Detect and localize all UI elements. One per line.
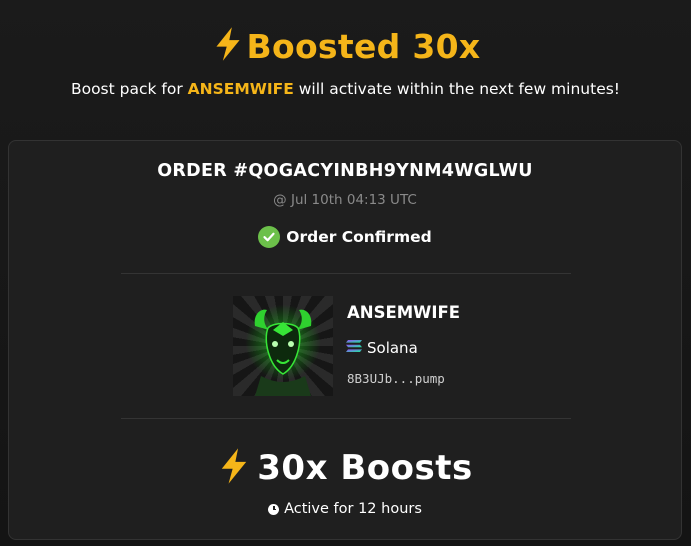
order-status: Order Confirmed	[9, 226, 681, 248]
header: Boosted 30x Boost pack for ANSEMWIFE wil…	[0, 26, 691, 99]
lightning-icon	[211, 26, 245, 66]
order-title: ORDER #QOGACYINBH9YNM4WGLWU	[157, 161, 533, 181]
page-title: Boosted 30x	[0, 26, 691, 66]
order-time: @ Jul 10th 04:13 UTC	[273, 192, 417, 208]
boost-label: 30x Boosts	[257, 448, 473, 488]
token-image	[233, 296, 333, 396]
check-circle-icon	[258, 226, 281, 248]
boost-duration-text: Active for 12 hours	[284, 501, 422, 517]
boost-summary: 30x Boosts	[9, 447, 681, 489]
boost-duration: Active for 12 hours	[9, 501, 681, 517]
order-card: ORDER #QOGACYINBH9YNM4WGLWU @ Jul 10th 0…	[8, 140, 682, 540]
subtitle-token: ANSEMWIFE	[187, 80, 294, 98]
chain-name: Solana	[367, 339, 418, 357]
token-address: 8B3UJb...pump	[347, 371, 445, 386]
divider	[121, 418, 571, 419]
lightning-icon	[217, 447, 251, 489]
subtitle-prefix: Boost pack for	[70, 80, 188, 98]
token-name: ANSEMWIFE	[347, 303, 461, 322]
chain: Solana	[345, 339, 418, 357]
subtitle: Boost pack for ANSEMWIFE will activate w…	[0, 80, 691, 98]
order-status-text: Order Confirmed	[286, 228, 432, 246]
subtitle-suffix: will activate within the next few minute…	[293, 80, 621, 98]
solana-icon	[345, 339, 363, 357]
divider	[121, 273, 571, 274]
title-text: Boosted 30x	[246, 26, 481, 66]
clock-icon	[268, 503, 280, 515]
